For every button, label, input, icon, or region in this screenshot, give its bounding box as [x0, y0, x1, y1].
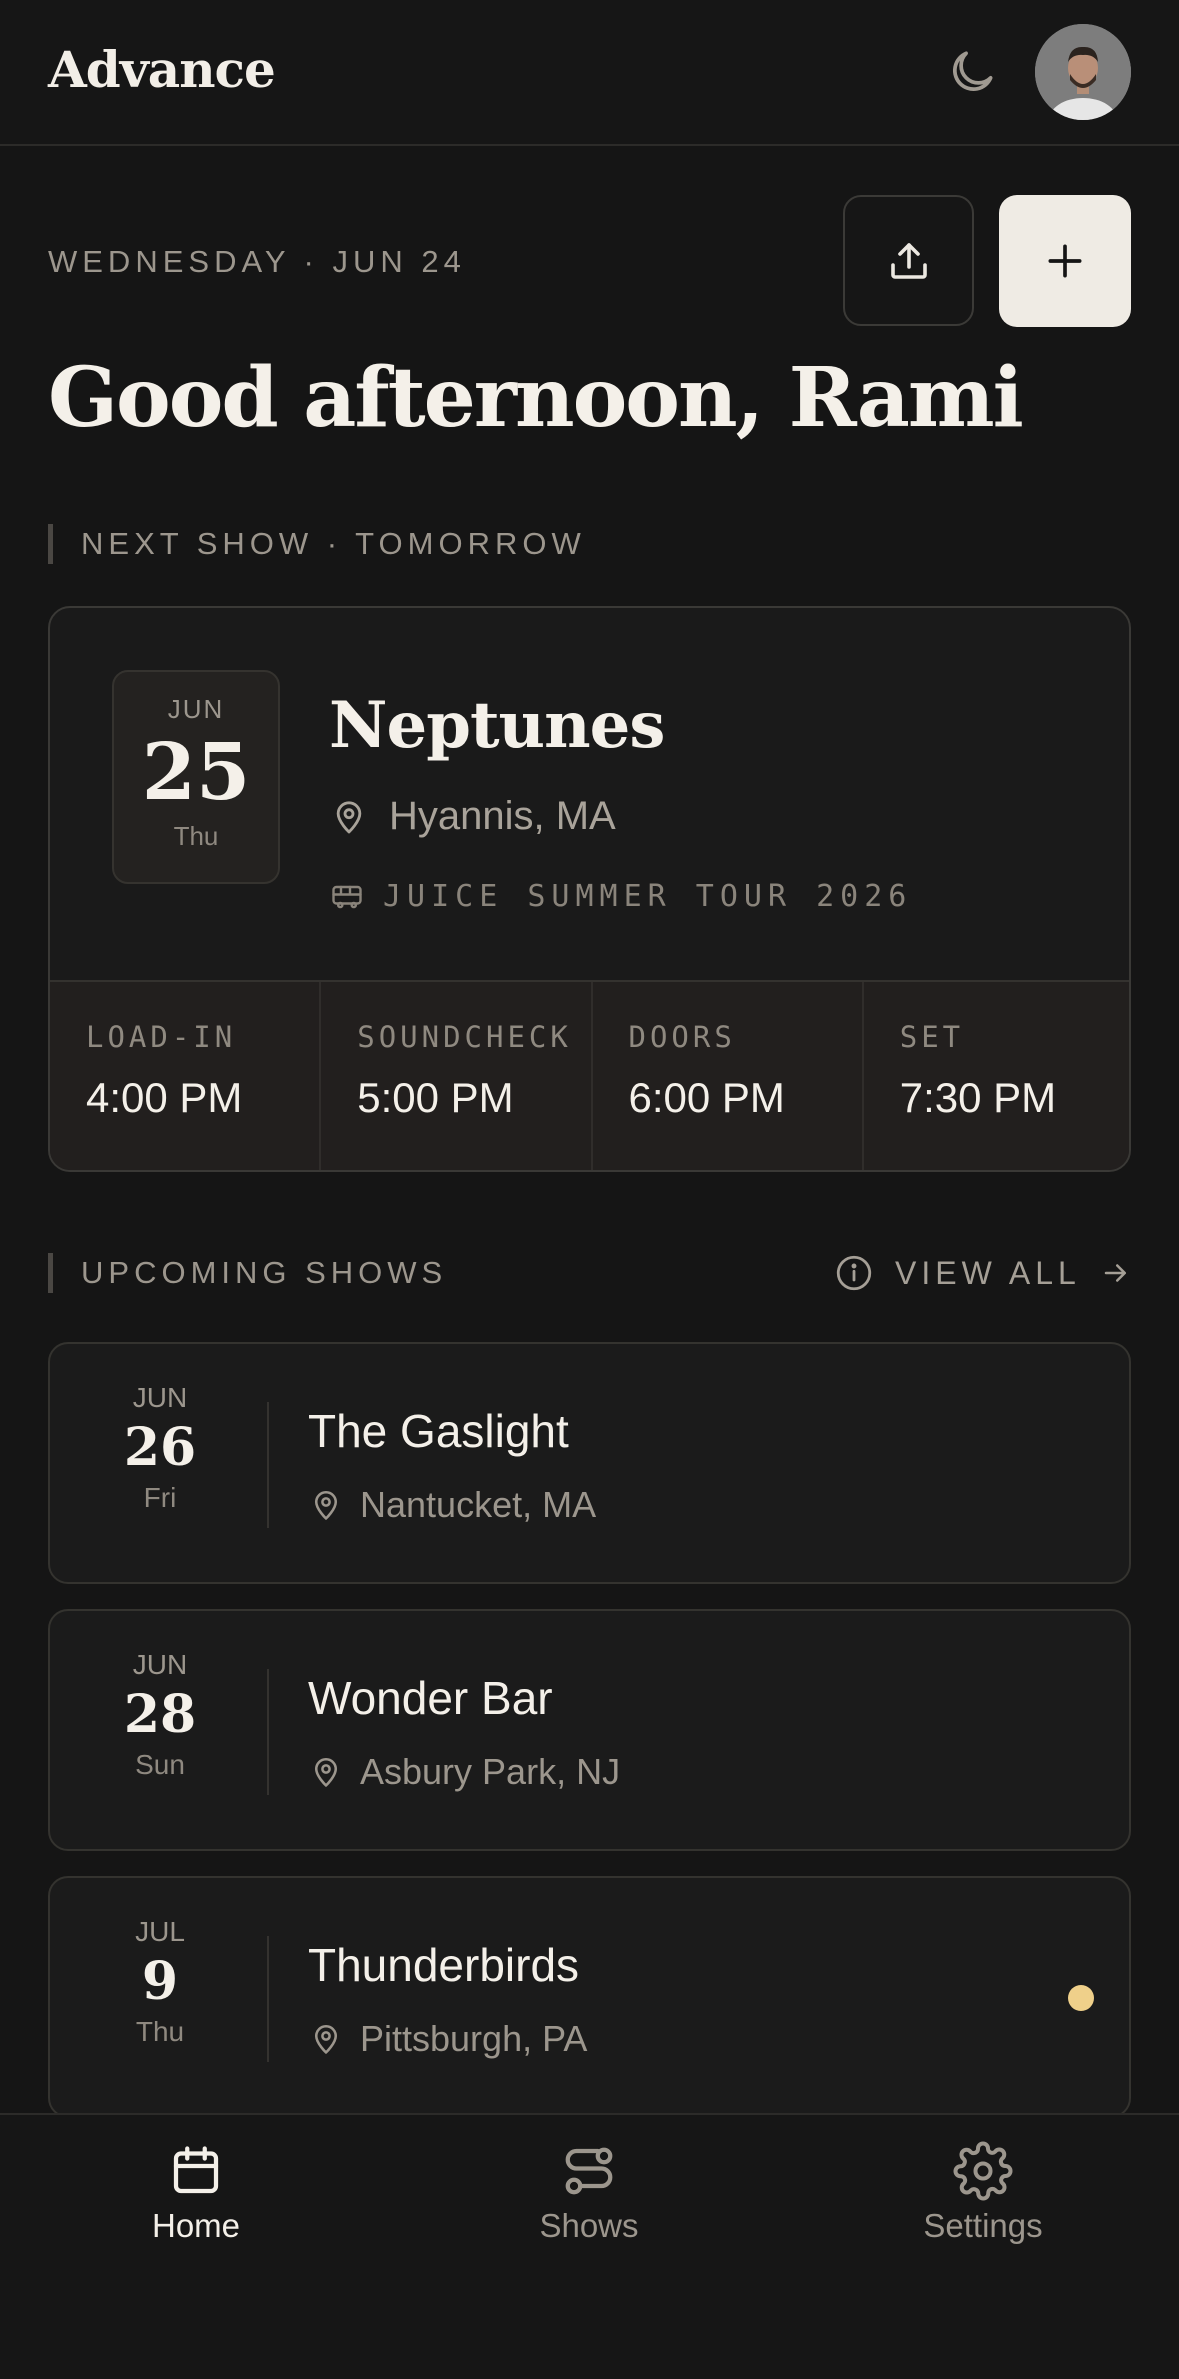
bottom-tab-bar: Home Shows Settings	[0, 2113, 1179, 2379]
app-logo: Advance	[48, 40, 276, 99]
date-weekday: Thu	[173, 821, 219, 851]
date-day: 9	[141, 1951, 179, 2012]
date-weekday: Fri	[143, 1482, 177, 1513]
view-all-label: VIEW ALL	[895, 1254, 1081, 1291]
theme-toggle-button[interactable]	[944, 44, 1000, 100]
time-value: 7:30 PM	[899, 1074, 1057, 1121]
show-card-thunderbirds[interactable]: JUL 9 Thu Thunderbirds Pittsburgh, PA	[48, 1876, 1131, 2118]
next-show-venue: Neptunes	[329, 688, 665, 763]
date-month: JUN	[167, 694, 225, 724]
top-bar: Advance	[0, 0, 1179, 146]
next-show-location: Hyannis, MA	[329, 794, 616, 839]
tab-label: Shows	[539, 2207, 639, 2244]
show-location: Nantucket, MA	[308, 1484, 596, 1526]
show-venue: Wonder Bar	[308, 1672, 553, 1724]
show-venue: Thunderbirds	[308, 1939, 580, 1991]
show-card-wonder-bar[interactable]: JUN 28 Sun Wonder Bar Asbury Park, NJ	[48, 1609, 1131, 1851]
plus-icon	[1048, 244, 1082, 278]
show-card-the-gaslight[interactable]: JUN 26 Fri The Gaslight Nantucket, MA	[48, 1342, 1131, 1584]
time-soundcheck: SOUNDCHECK 5:00 PM	[321, 982, 593, 1170]
show-venue: The Gaslight	[308, 1405, 569, 1457]
time-value: 4:00 PM	[86, 1074, 243, 1121]
time-set: SET 7:30 PM	[864, 982, 1129, 1170]
arrow-right-icon	[1104, 1264, 1126, 1282]
date-month: JUL	[135, 1916, 185, 1947]
tab-label: Settings	[923, 2207, 1043, 2244]
view-all-link[interactable]: VIEW ALL	[833, 1253, 1131, 1293]
moon-icon	[952, 51, 993, 92]
tour-name: JUICE SUMMER TOUR 2026	[329, 878, 912, 914]
tab-label: Home	[151, 2207, 241, 2244]
bus-icon	[332, 885, 362, 909]
next-show-card[interactable]: JUN 25 Thu Neptunes Hyannis, MA JUICE SU…	[48, 606, 1131, 1172]
avatar-photo	[1035, 24, 1131, 120]
tab-settings[interactable]: Settings	[883, 2141, 1083, 2245]
date-month: JUN	[132, 1382, 188, 1413]
time-label: LOAD-IN	[86, 1020, 237, 1054]
share-icon	[890, 242, 927, 279]
status-dot	[1068, 1985, 1094, 2011]
next-show-date-badge: JUN 25 Thu	[112, 670, 280, 884]
current-date: WEDNESDAY · JUN 24	[48, 244, 466, 279]
show-date: JUL 9 Thu	[110, 1916, 210, 2048]
location-text: Pittsburgh, PA	[360, 2018, 588, 2059]
calendar-icon	[173, 2146, 219, 2194]
time-doors: DOORS 6:00 PM	[593, 982, 864, 1170]
tab-home[interactable]: Home	[96, 2141, 296, 2245]
location-pin-icon	[314, 1757, 338, 1787]
location-text: Nantucket, MA	[360, 1484, 597, 1525]
avatar[interactable]	[1035, 24, 1131, 120]
divider	[267, 1669, 269, 1795]
date-weekday: Thu	[135, 2016, 185, 2047]
gear-icon	[953, 2141, 1013, 2201]
next-show-label: NEXT SHOW · TOMORROW	[48, 524, 586, 564]
show-date: JUN 28 Sun	[110, 1649, 210, 1781]
route-icon	[565, 2147, 613, 2195]
share-button[interactable]	[843, 195, 974, 326]
time-label: SET	[899, 1020, 965, 1054]
show-location: Asbury Park, NJ	[308, 1751, 620, 1793]
date-day: 28	[123, 1684, 197, 1745]
location-text: Asbury Park, NJ	[360, 1751, 621, 1792]
location-pin-icon	[336, 800, 362, 833]
date-day: 25	[141, 727, 251, 818]
date-month: JUN	[132, 1649, 188, 1680]
divider	[267, 1402, 269, 1528]
tour-text: JUICE SUMMER TOUR 2026	[383, 878, 913, 914]
show-location: Pittsburgh, PA	[308, 2018, 587, 2060]
time-value: 6:00 PM	[628, 1074, 785, 1121]
schedule-times: LOAD-IN 4:00 PM SOUNDCHECK 5:00 PM DOORS…	[50, 980, 1129, 1170]
date-weekday: Sun	[135, 1749, 185, 1780]
location-pin-icon	[314, 1490, 338, 1520]
tab-shows[interactable]: Shows	[489, 2141, 689, 2245]
time-value: 5:00 PM	[357, 1074, 514, 1121]
location-text: Hyannis, MA	[389, 794, 616, 838]
upcoming-shows-label: UPCOMING SHOWS	[48, 1253, 447, 1293]
greeting-heading: Good afternoon, Rami	[48, 350, 1024, 446]
date-day: 26	[123, 1417, 197, 1478]
divider	[267, 1936, 269, 2062]
time-label: SOUNDCHECK	[357, 1020, 572, 1054]
time-label: DOORS	[628, 1020, 736, 1054]
info-icon	[836, 1255, 872, 1291]
add-show-button[interactable]	[999, 195, 1131, 327]
show-date: JUN 26 Fri	[110, 1382, 210, 1514]
location-pin-icon	[314, 2024, 338, 2054]
time-load-in: LOAD-IN 4:00 PM	[50, 982, 322, 1170]
